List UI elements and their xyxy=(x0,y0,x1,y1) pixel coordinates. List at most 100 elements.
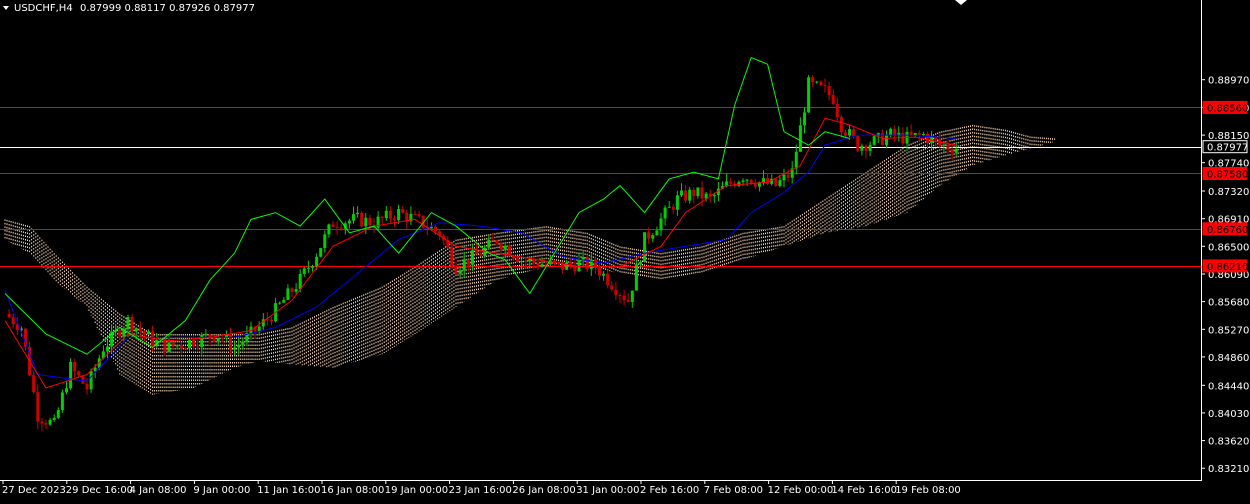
candle-bear xyxy=(142,331,146,335)
candle-bull xyxy=(233,347,237,350)
candle-bear xyxy=(171,342,175,347)
time-tick-label: 7 Feb 08:00 xyxy=(704,485,763,496)
candle-bull xyxy=(298,274,302,290)
candle-bear xyxy=(331,224,335,227)
candle-bear xyxy=(196,346,200,348)
candle-bull xyxy=(56,410,60,418)
candle-bull xyxy=(798,125,802,152)
candle-bear xyxy=(339,227,343,229)
candle-bull xyxy=(868,144,872,151)
candle-bull xyxy=(889,128,893,136)
chart-window[interactable]: 0.889700.885600.881500.877400.873200.869… xyxy=(0,0,1250,500)
price-tick-label: 0.83210 xyxy=(1208,464,1249,475)
candle-bear xyxy=(130,317,134,332)
candle-bull xyxy=(175,345,179,347)
candle-bear xyxy=(598,267,601,276)
candle-bull xyxy=(565,262,569,270)
candle-bull xyxy=(352,214,355,221)
candle-bull xyxy=(741,180,745,182)
price-chart[interactable]: 0.889700.885600.881500.877400.873200.869… xyxy=(0,0,1250,500)
chart-ohlc: 0.87999 0.88117 0.87926 0.87977 xyxy=(80,3,255,14)
candle-bear xyxy=(499,243,503,250)
level-price-tag: 0.86210 xyxy=(1207,262,1248,273)
candle-bear xyxy=(926,134,929,143)
candle-bull xyxy=(885,135,888,145)
time-tick-label: 11 Jan 16:00 xyxy=(257,485,320,496)
candle-bear xyxy=(138,328,142,332)
candle-bear xyxy=(434,226,437,232)
candle-bull xyxy=(520,261,524,263)
candle-bull xyxy=(306,267,310,269)
candle-bull xyxy=(807,77,811,113)
candle-bear xyxy=(270,319,273,322)
candle-bear xyxy=(192,340,196,347)
candle-bear xyxy=(950,149,954,153)
candle-bull xyxy=(762,178,765,183)
candle-bear xyxy=(81,375,85,384)
candle-bear xyxy=(11,317,15,325)
candle-bull xyxy=(470,250,474,265)
candle-bear xyxy=(179,345,183,349)
candle-bear xyxy=(524,261,528,263)
time-tick-label: 19 Feb 08:00 xyxy=(895,485,961,496)
candle-bear xyxy=(475,250,478,255)
candle-bull xyxy=(364,217,368,227)
candle-bear xyxy=(450,247,454,266)
candle-bull xyxy=(126,317,130,330)
candle-bull xyxy=(913,133,917,135)
candle-bull xyxy=(282,299,286,303)
candle-bull xyxy=(204,334,208,336)
price-tick-label: 0.85270 xyxy=(1208,325,1249,336)
candle-bear xyxy=(360,212,364,227)
candle-bear xyxy=(368,217,372,226)
candle-bear xyxy=(766,178,770,184)
candle-bull xyxy=(237,344,241,348)
candle-bear xyxy=(552,260,556,262)
candle-bull xyxy=(319,248,323,257)
candle-bear xyxy=(393,218,396,220)
candle-bear xyxy=(647,232,651,239)
candle-bull xyxy=(167,342,171,352)
candle-bear xyxy=(844,132,847,136)
time-tick-label: 4 Jan 08:00 xyxy=(130,485,187,496)
candle-bull xyxy=(921,134,925,135)
candle-bear xyxy=(606,273,610,286)
candle-bull xyxy=(302,268,306,274)
candle-bear xyxy=(700,187,704,199)
time-tick-label: 23 Jan 16:00 xyxy=(449,485,512,496)
candle-bear xyxy=(7,313,11,318)
candle-bear xyxy=(212,338,216,342)
candle-bull xyxy=(60,392,64,411)
candle-bear xyxy=(774,178,778,186)
candle-bull xyxy=(241,342,245,345)
time-tick-label: 2 Feb 16:00 xyxy=(640,485,699,496)
price-axis: 0.889700.885600.881500.877400.873200.869… xyxy=(1201,76,1249,475)
candle-bull xyxy=(872,136,876,145)
price-tick-label: 0.85680 xyxy=(1208,298,1249,309)
candle-bull xyxy=(696,187,700,197)
candle-bull xyxy=(294,289,298,292)
candle-bull xyxy=(655,230,659,236)
candle-bull xyxy=(315,256,319,266)
candle-bear xyxy=(864,145,868,151)
candle-bull xyxy=(89,371,93,390)
price-tick-label: 0.88970 xyxy=(1208,76,1249,87)
candle-bull xyxy=(630,290,634,302)
candle-bull xyxy=(188,340,191,349)
candle-bull xyxy=(356,212,360,215)
price-tick-label: 0.84860 xyxy=(1208,353,1249,364)
candle-bear xyxy=(491,239,495,241)
candle-bear xyxy=(40,421,44,424)
candle-bull xyxy=(659,218,663,231)
candle-bear xyxy=(417,214,421,216)
time-tick-label: 29 Dec 16:00 xyxy=(66,485,133,496)
candle-bull xyxy=(397,209,401,220)
candle-bull xyxy=(815,81,819,83)
candle-bull xyxy=(286,288,290,300)
price-tick-label: 0.86500 xyxy=(1208,242,1249,253)
chart-symbol: USDCHF,H4 xyxy=(14,3,73,14)
candle-bull xyxy=(712,194,716,197)
candle-bear xyxy=(32,375,36,393)
candle-bear xyxy=(585,257,589,269)
candle-bear xyxy=(819,81,823,86)
